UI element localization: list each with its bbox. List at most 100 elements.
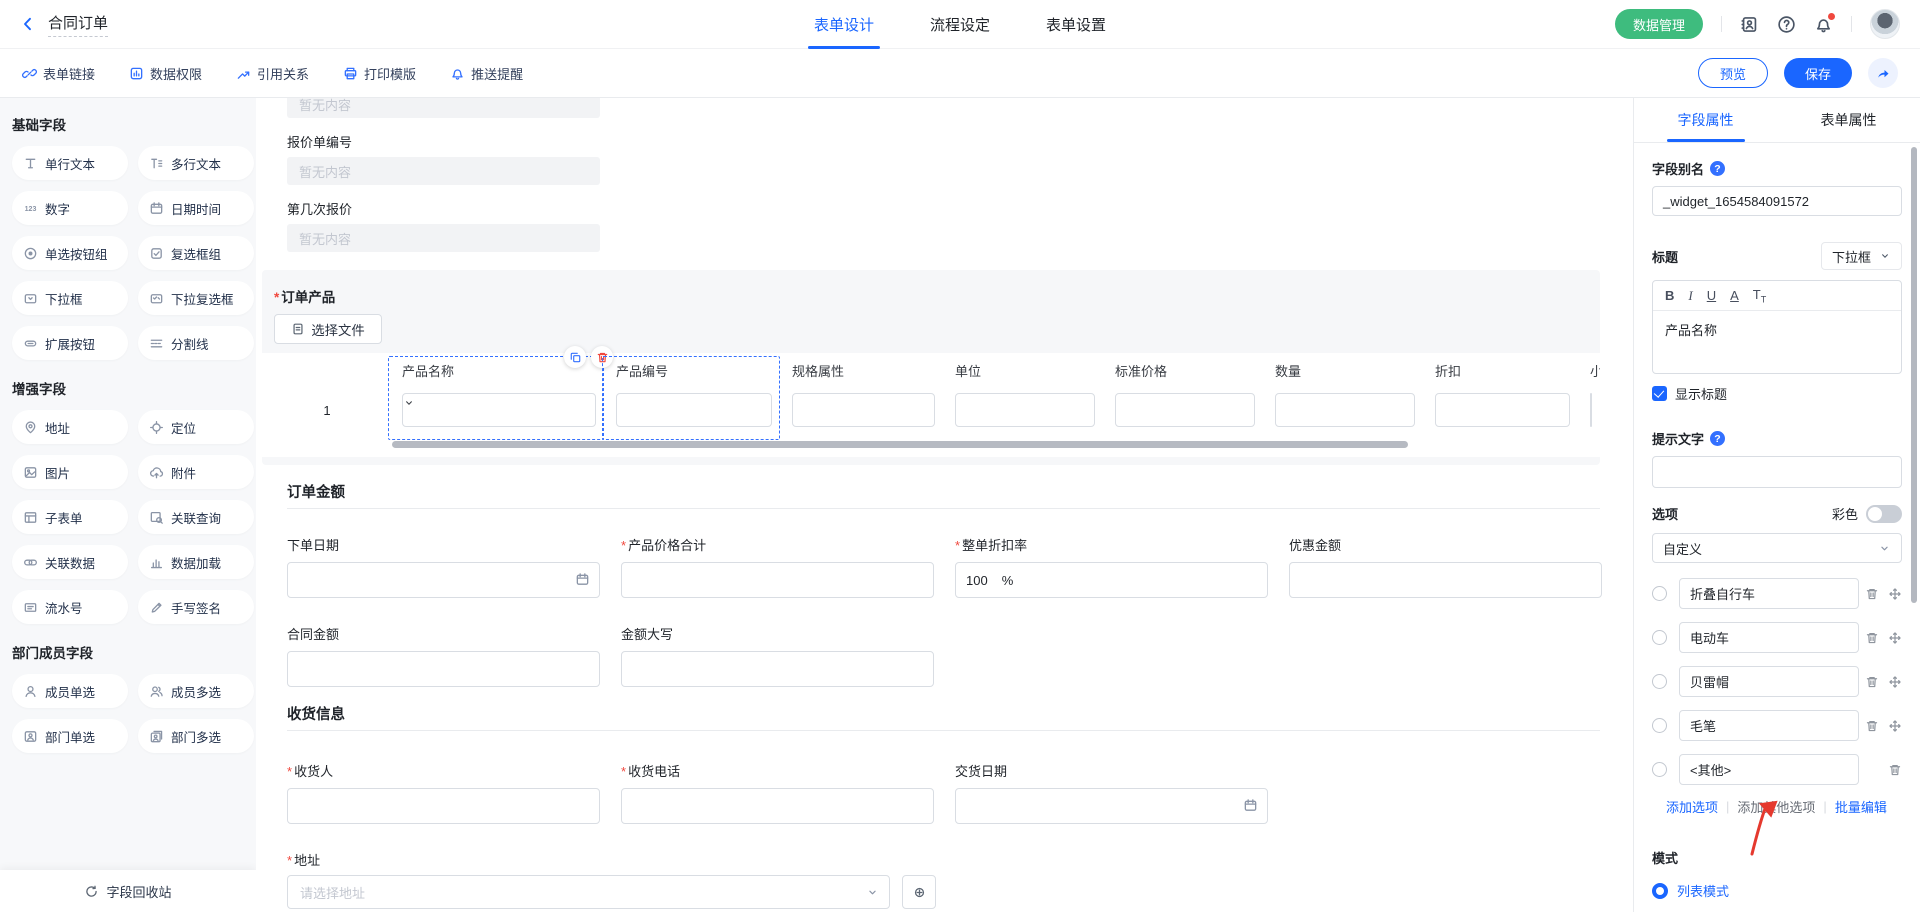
field-input[interactable]: [287, 788, 600, 824]
horizontal-scrollbar[interactable]: [392, 441, 1408, 448]
add-other-option-link[interactable]: 添加其他选项: [1737, 797, 1815, 816]
palette-item-扩展按钮[interactable]: 扩展按钮: [12, 326, 128, 360]
share-button[interactable]: [1868, 58, 1898, 88]
add-option-link[interactable]: 添加选项: [1666, 797, 1718, 816]
color-toggle[interactable]: [1866, 505, 1902, 523]
toolbar-item-引用关系[interactable]: 引用关系: [236, 64, 309, 83]
field-input[interactable]: [621, 651, 934, 687]
field-input[interactable]: [621, 788, 934, 824]
option-move-icon[interactable]: [1888, 629, 1902, 645]
readonly-field[interactable]: 暂无内容: [287, 98, 600, 118]
option-radio[interactable]: [1652, 586, 1667, 601]
field-alias-input[interactable]: _widget_1654584091572: [1652, 186, 1902, 216]
option-input[interactable]: 贝雷帽: [1679, 666, 1859, 697]
address-select[interactable]: 请选择地址: [287, 875, 890, 909]
palette-item-单选按钮组[interactable]: 单选按钮组: [12, 236, 128, 270]
option-move-icon[interactable]: [1888, 717, 1902, 733]
subform-cell-input[interactable]: [955, 393, 1095, 427]
choose-file-button[interactable]: 选择文件: [274, 314, 382, 344]
field-input[interactable]: 100%: [955, 562, 1268, 598]
batch-edit-link[interactable]: 批量编辑: [1835, 797, 1887, 816]
form-canvas[interactable]: 暂无内容报价单编号暂无内容第几次报价暂无内容 *订单产品 选择文件 产品名称产品…: [256, 98, 1633, 912]
option-input[interactable]: 电动车: [1679, 622, 1859, 653]
subform-cell-input[interactable]: [1275, 393, 1415, 427]
option-source-select[interactable]: 自定义: [1652, 533, 1902, 563]
palette-item-部门多选[interactable]: 部门多选: [138, 719, 254, 753]
tab-表单设计[interactable]: 表单设计: [814, 0, 874, 49]
readonly-field[interactable]: 暂无内容: [287, 224, 600, 252]
palette-item-分割线[interactable]: 分割线: [138, 326, 254, 360]
palette-item-关联查询[interactable]: 关联查询: [138, 500, 254, 534]
help-icon[interactable]: [1777, 15, 1796, 34]
palette-item-单行文本[interactable]: 单行文本: [12, 146, 128, 180]
option-delete-icon[interactable]: [1865, 673, 1879, 689]
field-input[interactable]: [287, 562, 600, 598]
subform-cell-input[interactable]: [1115, 393, 1255, 427]
palette-item-日期时间[interactable]: 日期时间: [138, 191, 254, 225]
back-button[interactable]: [20, 16, 36, 32]
underline-button[interactable]: U: [1707, 288, 1716, 303]
tab-表单设置[interactable]: 表单设置: [1046, 0, 1106, 49]
widget-type-select[interactable]: 下拉框: [1821, 242, 1902, 270]
help-question-icon[interactable]: ?: [1710, 161, 1725, 176]
tab-流程设定[interactable]: 流程设定: [930, 0, 990, 49]
help-question-icon[interactable]: ?: [1710, 431, 1725, 446]
option-input[interactable]: 毛笔: [1679, 710, 1859, 741]
locate-button[interactable]: [902, 875, 936, 909]
italic-button[interactable]: I: [1688, 288, 1692, 304]
option-radio[interactable]: [1652, 630, 1667, 645]
vertical-scrollbar[interactable]: [1911, 147, 1917, 603]
toolbar-item-打印模版[interactable]: 打印模版: [343, 64, 416, 83]
palette-item-地址[interactable]: 地址: [12, 410, 128, 444]
hint-text-input[interactable]: [1652, 456, 1902, 488]
panel-tab-字段属性[interactable]: 字段属性: [1634, 98, 1777, 142]
option-delete-icon[interactable]: [1865, 717, 1879, 733]
font-size-button[interactable]: TT: [1753, 287, 1766, 305]
bold-button[interactable]: B: [1665, 288, 1674, 303]
subform-cell-input[interactable]: [616, 393, 772, 427]
subform-cell-input[interactable]: [792, 393, 935, 427]
palette-item-数据加载[interactable]: 数据加载: [138, 545, 254, 579]
option-input[interactable]: <其他>: [1679, 754, 1859, 785]
palette-item-附件[interactable]: 附件: [138, 455, 254, 489]
palette-item-多行文本[interactable]: 多行文本: [138, 146, 254, 180]
option-delete-icon[interactable]: [1888, 761, 1902, 777]
subform-cell-input[interactable]: [1590, 393, 1592, 427]
contacts-icon[interactable]: [1740, 15, 1759, 34]
save-button[interactable]: 保存: [1784, 58, 1852, 88]
title-rich-editor[interactable]: B I U A TT 产品名称: [1652, 280, 1902, 374]
field-input[interactable]: [955, 788, 1268, 824]
subform-field[interactable]: *订单产品 选择文件 产品名称产品编号规格属性单位标准价格数量折扣小 1: [262, 270, 1600, 465]
subform-cell-input[interactable]: [1435, 393, 1570, 427]
show-title-checkbox[interactable]: 显示标题: [1652, 384, 1902, 403]
delete-column-button[interactable]: [591, 346, 613, 368]
field-input[interactable]: [287, 651, 600, 687]
font-color-button[interactable]: A: [1730, 288, 1739, 303]
readonly-field[interactable]: 暂无内容: [287, 157, 600, 185]
mode-option-列表模式[interactable]: 列表模式: [1652, 881, 1902, 900]
field-input[interactable]: [621, 562, 934, 598]
field-input[interactable]: [1289, 562, 1602, 598]
notification-bell-icon[interactable]: [1814, 15, 1833, 34]
palette-item-成员多选[interactable]: 成员多选: [138, 674, 254, 708]
palette-item-流水号[interactable]: 流水号: [12, 590, 128, 624]
palette-item-下拉框[interactable]: 下拉框: [12, 281, 128, 315]
copy-column-button[interactable]: [564, 346, 586, 368]
option-radio[interactable]: [1652, 674, 1667, 689]
option-move-icon[interactable]: [1888, 585, 1902, 601]
palette-item-关联数据[interactable]: 关联数据: [12, 545, 128, 579]
data-manage-button[interactable]: 数据管理: [1615, 9, 1703, 39]
palette-item-部门单选[interactable]: 部门单选: [12, 719, 128, 753]
toolbar-item-表单链接[interactable]: 表单链接: [22, 64, 95, 83]
option-radio[interactable]: [1652, 718, 1667, 733]
panel-tab-表单属性[interactable]: 表单属性: [1777, 98, 1920, 142]
option-move-icon[interactable]: [1888, 673, 1902, 689]
palette-item-子表单[interactable]: 子表单: [12, 500, 128, 534]
preview-button[interactable]: 预览: [1698, 58, 1768, 88]
toolbar-item-推送提醒[interactable]: 推送提醒: [450, 64, 523, 83]
palette-item-复选框组[interactable]: 复选框组: [138, 236, 254, 270]
title-value-input[interactable]: 产品名称: [1653, 311, 1901, 373]
palette-item-定位[interactable]: 定位: [138, 410, 254, 444]
field-recycle-bin[interactable]: 字段回收站: [0, 870, 256, 912]
form-title[interactable]: 合同订单: [48, 12, 108, 37]
